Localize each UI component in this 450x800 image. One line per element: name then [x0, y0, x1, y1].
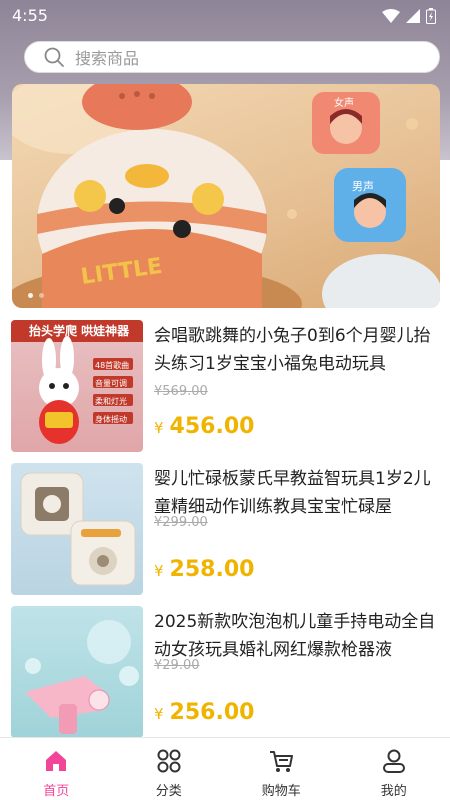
- status-bar: 4:55: [0, 0, 450, 32]
- tab-home[interactable]: 首页: [0, 738, 113, 800]
- product-thumbnail[interactable]: [11, 606, 143, 738]
- thumb-tag: 音量可调: [95, 379, 127, 388]
- sale-price: ¥258.00: [154, 557, 254, 582]
- battery-icon: [426, 8, 436, 24]
- currency-symbol: ¥: [154, 419, 164, 437]
- svg-text:男声: 男声: [352, 179, 374, 193]
- currency-symbol: ¥: [154, 705, 164, 723]
- pagination-dot[interactable]: [39, 293, 44, 298]
- category-icon: [157, 749, 181, 773]
- busy-cube-image: [20, 472, 136, 586]
- bubble-gun-image: [25, 620, 139, 734]
- product-item[interactable]: 2025新款吹泡泡机儿童手持电动全自动女孩玩具婚礼网红爆款枪器液 ¥29.00 …: [0, 606, 450, 739]
- sale-price: ¥456.00: [154, 414, 254, 439]
- sale-price-value: 256.00: [169, 700, 255, 725]
- tab-cart[interactable]: 购物车: [225, 738, 338, 800]
- home-icon: [46, 751, 67, 771]
- pagination-dot-active[interactable]: [28, 293, 33, 298]
- currency-symbol: ¥: [154, 562, 164, 580]
- product-title[interactable]: 会唱歌跳舞的小兔子0到6个月婴儿抬头练习1岁宝宝小福兔电动玩具: [154, 322, 438, 378]
- svg-text:女声: 女声: [334, 96, 354, 109]
- product-title[interactable]: 婴儿忙碌板蒙氏早教益智玩具1岁2儿童精细动作训练教具宝宝忙碌屋: [154, 465, 438, 521]
- banner-pagination: [28, 293, 44, 298]
- status-icons: [382, 8, 436, 24]
- sale-price-value: 258.00: [169, 557, 255, 582]
- product-thumbnail[interactable]: [11, 463, 143, 595]
- product-thumbnail[interactable]: 抬头学爬 哄娃神器 48首歌曲 音量可调 柔和灯光 身体摇动: [11, 320, 143, 452]
- search-icon: [44, 47, 64, 67]
- thumb-tag: 身体摇动: [95, 415, 127, 424]
- product-item[interactable]: 抬头学爬 哄娃神器 48首歌曲 音量可调 柔和灯光 身体摇动 会唱歌跳舞的小兔子…: [0, 320, 450, 453]
- banner-carousel[interactable]: LITTLE 女声 男声: [12, 84, 440, 308]
- original-price: ¥299.00: [154, 515, 208, 530]
- search-placeholder: 搜索商品: [75, 49, 140, 68]
- thumb-tag: 柔和灯光: [95, 397, 127, 406]
- tab-label: 我的: [380, 784, 407, 799]
- tab-profile[interactable]: 我的: [338, 738, 450, 800]
- bottom-tab-bar: 首页 分类 购物车 我的: [0, 737, 450, 800]
- tab-label: 分类: [155, 784, 182, 799]
- product-title[interactable]: 2025新款吹泡泡机儿童手持电动全自动女孩玩具婚礼网红爆款枪器液: [154, 608, 438, 664]
- status-time: 4:55: [12, 6, 48, 25]
- original-price-value: 569.00: [162, 384, 208, 399]
- sale-price-value: 456.00: [169, 414, 255, 439]
- tab-category[interactable]: 分类: [113, 738, 226, 800]
- product-item[interactable]: 婴儿忙碌板蒙氏早教益智玩具1岁2儿童精细动作训练教具宝宝忙碌屋 ¥299.00 …: [0, 463, 450, 596]
- original-price: ¥569.00: [154, 384, 208, 399]
- original-price: ¥29.00: [154, 658, 200, 673]
- sale-price: ¥256.00: [154, 700, 254, 725]
- banner-image: LITTLE 女声 男声: [12, 84, 440, 308]
- tab-label: 首页: [43, 784, 70, 799]
- original-price-value: 299.00: [162, 515, 208, 530]
- signal-icon: [406, 9, 420, 23]
- thumb-headline: 抬头学爬 哄娃神器: [29, 324, 130, 338]
- thumb-tag: 48首歌曲: [95, 361, 130, 370]
- original-price-value: 29.00: [162, 658, 200, 673]
- search-input[interactable]: 搜索商品: [24, 41, 440, 73]
- wifi-icon: [382, 9, 400, 23]
- tab-label: 购物车: [261, 784, 301, 799]
- cart-icon: [270, 751, 294, 772]
- profile-icon: [382, 749, 405, 773]
